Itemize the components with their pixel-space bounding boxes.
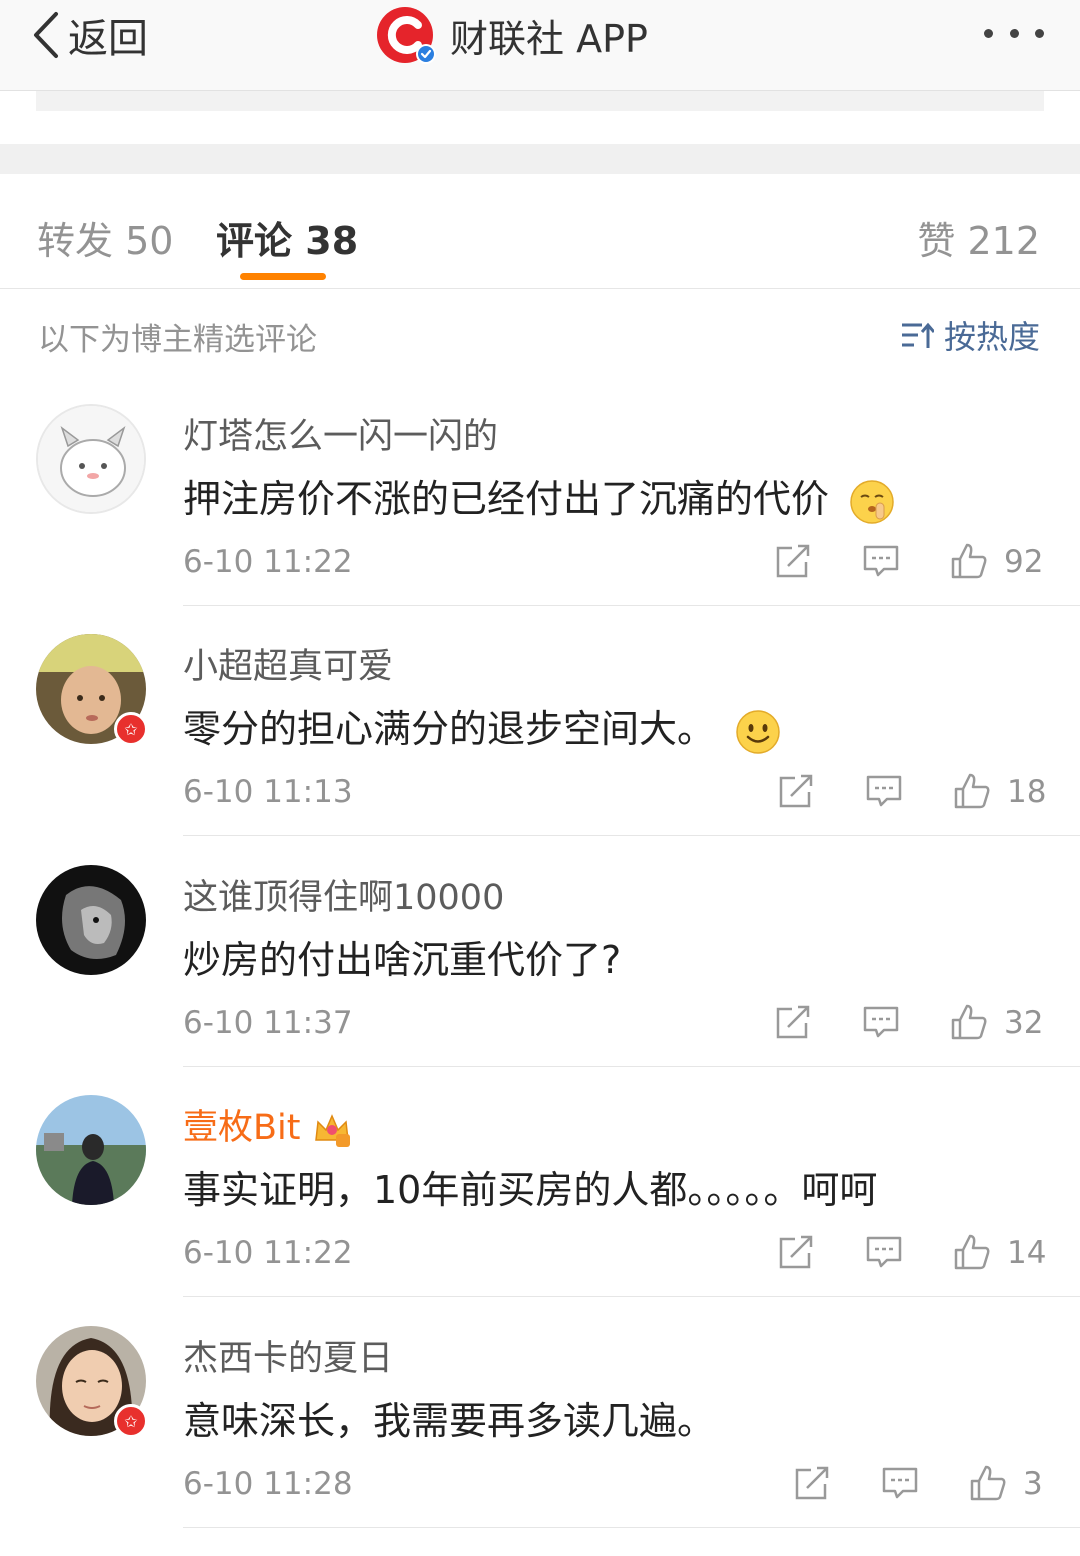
comment-time: 6-10 11:22 [183, 1235, 353, 1271]
comment-username[interactable]: 这谁顶得住啊10000 [183, 869, 504, 920]
like-icon[interactable] [953, 772, 991, 810]
like-count: 3 [1023, 1466, 1043, 1502]
like-count: 18 [1007, 774, 1047, 810]
top-nav-bar: 返回 财联社 APP [0, 0, 1080, 91]
more-menu-icon[interactable] [984, 22, 1044, 44]
comment-username[interactable]: 壹枚Bit [183, 1099, 352, 1150]
comment-text: 意味深长，我需要再多读几遍。 [183, 1399, 716, 1443]
comment-time: 6-10 11:22 [183, 544, 353, 580]
comment-text: 押注房价不涨的已经付出了沉痛的代价 [183, 477, 830, 521]
comment-username[interactable]: 杰西卡的夏日 [183, 1330, 393, 1381]
comment-divider [183, 1066, 1080, 1067]
chevron-left-icon [34, 12, 58, 58]
tab-like-label: 赞 [917, 219, 956, 263]
comment-time: 6-10 11:37 [183, 1005, 353, 1041]
comment-item: 灯塔怎么一闪一闪的 押注房价不涨的已经付出了沉痛的代价 6-10 11:22 9… [0, 404, 1080, 634]
verified-badge-icon: ✩ [114, 1404, 148, 1438]
comment-item: 壹枚Bit 事实证明，10年前买房的人都。。。。。呵呵 6-10 11:22 1… [0, 1095, 1080, 1325]
page-title: 财联社 APP [450, 16, 648, 61]
comment-username[interactable]: 小超超真可爱 [183, 638, 393, 689]
comment-item: ✩ 小超超真可爱 零分的担心满分的退步空间大。 6-10 11:13 18 [0, 634, 1080, 864]
comment-time: 6-10 11:28 [183, 1466, 353, 1502]
comment-divider [183, 1527, 1080, 1528]
avatar[interactable] [36, 404, 146, 514]
reply-icon[interactable] [865, 1233, 903, 1271]
comment-text: 炒房的付出啥沉重代价了? [183, 938, 622, 982]
cls-logo-icon [374, 4, 436, 66]
selected-comments-notice: 以下为博主精选评论 [38, 322, 317, 358]
back-button[interactable]: 返回 [30, 10, 148, 62]
reply-icon[interactable] [862, 542, 900, 580]
tab-comment-label: 评论 [216, 219, 293, 263]
like-count: 32 [1004, 1005, 1044, 1041]
comment-text-row: 押注房价不涨的已经付出了沉痛的代价 [183, 468, 895, 525]
avatar[interactable] [36, 865, 146, 975]
section-divider [0, 144, 1080, 174]
comment-item: 这谁顶得住啊10000 炒房的付出啥沉重代价了? 6-10 11:37 32 [0, 865, 1080, 1095]
post-bottom-strip [36, 91, 1044, 111]
like-count: 92 [1004, 544, 1044, 580]
vip-crown-icon [314, 1114, 350, 1147]
avatar[interactable] [36, 1095, 146, 1205]
like-icon[interactable] [950, 542, 988, 580]
tab-repost[interactable]: 转发 50 [37, 210, 173, 265]
tab-like-count: 212 [967, 219, 1040, 263]
tab-comment[interactable]: 评论 38 [216, 210, 358, 265]
active-tab-indicator [240, 273, 326, 280]
comment-time: 6-10 11:13 [183, 774, 353, 810]
share-icon[interactable] [793, 1464, 831, 1502]
like-icon[interactable] [950, 1003, 988, 1041]
tab-comment-count: 38 [305, 219, 359, 263]
comment-username[interactable]: 灯塔怎么一闪一闪的 [183, 408, 498, 459]
comment-divider [183, 835, 1080, 836]
verified-badge-icon: ✩ [114, 712, 148, 746]
comment-divider [183, 1296, 1080, 1297]
share-icon[interactable] [777, 1233, 815, 1271]
tab-bar: 转发 50 评论 38 赞 212 [0, 174, 1080, 289]
account-title[interactable]: 财联社 APP [374, 4, 648, 66]
comment-text: 零分的担心满分的退步空间大。 [183, 707, 716, 751]
reply-icon[interactable] [865, 772, 903, 810]
reply-icon[interactable] [862, 1003, 900, 1041]
back-label: 返回 [68, 16, 148, 62]
share-icon[interactable] [774, 542, 812, 580]
comment-divider [183, 605, 1080, 606]
share-icon[interactable] [777, 772, 815, 810]
sort-icon [901, 322, 934, 348]
sort-label: 按热度 [943, 318, 1040, 356]
like-count: 14 [1007, 1235, 1047, 1271]
share-icon[interactable] [774, 1003, 812, 1041]
like-icon[interactable] [969, 1464, 1007, 1502]
tab-repost-label: 转发 [37, 219, 114, 263]
tab-like[interactable]: 赞 212 [917, 210, 1040, 265]
shush-emoji-icon [850, 479, 894, 524]
sort-by-hot-button[interactable]: 按热度 [900, 312, 1040, 358]
smile-emoji-icon [736, 709, 780, 754]
comment-text: 事实证明，10年前买房的人都。。。。。呵呵 [183, 1168, 878, 1212]
comment-item: ✩ 杰西卡的夏日 意味深长，我需要再多读几遍。 6-10 11:28 3 [0, 1326, 1080, 1556]
reply-icon[interactable] [881, 1464, 919, 1502]
like-icon[interactable] [953, 1233, 991, 1271]
comment-text-row: 零分的担心满分的退步空间大。 [183, 698, 781, 755]
tab-repost-count: 50 [125, 219, 174, 263]
vip-username-text: 壹枚Bit [183, 1108, 301, 1148]
